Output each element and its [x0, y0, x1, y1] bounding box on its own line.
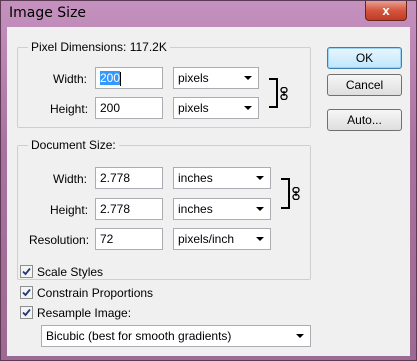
- resolution-unit: pixels/inch: [178, 232, 235, 246]
- chevron-down-icon: [296, 334, 304, 338]
- resolution-unit-select[interactable]: pixels/inch: [173, 228, 271, 250]
- scale-styles-label[interactable]: Scale Styles: [37, 265, 103, 279]
- image-size-dialog: Image Size x Pixel Dimensions: 117.2K Wi…: [0, 0, 417, 361]
- text-caret: [120, 71, 122, 86]
- doc-width-label: Width:: [53, 172, 88, 186]
- pixel-height-unit: pixels: [178, 101, 209, 115]
- checkmark-icon: [22, 288, 31, 297]
- chain-link-icon: [292, 187, 300, 200]
- doc-height-value: 2.778: [100, 202, 131, 216]
- chevron-down-icon: [244, 76, 252, 80]
- resample-method-select[interactable]: Bicubic (best for smooth gradients): [41, 325, 311, 347]
- resample-image-checkbox[interactable]: [20, 306, 33, 319]
- pixel-dimensions-title: Pixel Dimensions: 117.2K: [28, 40, 170, 54]
- chevron-down-icon: [244, 106, 252, 110]
- resample-method-value: Bicubic (best for smooth gradients): [46, 329, 232, 343]
- doc-constrain-bracket: [281, 178, 290, 209]
- checkmark-icon: [22, 267, 31, 276]
- pixel-height-input[interactable]: 200: [95, 97, 163, 119]
- doc-width-unit-select[interactable]: inches: [173, 167, 271, 189]
- pixel-dimensions-size: 117.2K: [129, 40, 167, 54]
- chain-link-icon: [280, 87, 288, 100]
- pixel-height-unit-select[interactable]: pixels: [173, 97, 259, 119]
- pixel-width-unit: pixels: [178, 71, 209, 85]
- doc-width-unit: inches: [178, 171, 213, 185]
- pixel-width-input[interactable]: 200: [95, 67, 163, 89]
- chevron-down-icon: [256, 237, 264, 241]
- pixel-width-value: 200: [100, 71, 121, 85]
- pixel-height-value: 200: [100, 101, 121, 115]
- doc-height-unit: inches: [178, 202, 213, 216]
- doc-height-label: Height:: [50, 203, 89, 217]
- doc-width-value: 2.778: [100, 171, 131, 185]
- resolution-value: 72: [100, 232, 114, 246]
- checkmark-icon: [22, 308, 31, 317]
- doc-height-input[interactable]: 2.778: [95, 198, 163, 220]
- resolution-label: Resolution:: [29, 233, 90, 247]
- dialog-body: Pixel Dimensions: 117.2K Width: 200 pixe…: [7, 27, 410, 356]
- constrain-proportions-checkbox[interactable]: [20, 286, 33, 299]
- pixel-width-unit-select[interactable]: pixels: [173, 67, 259, 89]
- cancel-button[interactable]: Cancel: [327, 74, 402, 96]
- scale-styles-checkbox[interactable]: [20, 265, 33, 278]
- chevron-down-icon: [256, 207, 264, 211]
- pixel-width-label: Width:: [53, 72, 88, 86]
- chevron-down-icon: [256, 176, 264, 180]
- pixel-constrain-bracket: [269, 78, 278, 108]
- pixel-height-label: Height:: [50, 102, 89, 116]
- dialog-title: Image Size: [9, 5, 87, 21]
- auto-button[interactable]: Auto...: [327, 109, 402, 131]
- doc-height-unit-select[interactable]: inches: [173, 198, 271, 220]
- constrain-proportions-label[interactable]: Constrain Proportions: [37, 286, 153, 300]
- document-size-title: Document Size:: [28, 138, 119, 152]
- title-bar[interactable]: Image Size x: [1, 1, 416, 27]
- ok-button[interactable]: OK: [327, 47, 402, 69]
- pixel-dimensions-label: Pixel Dimensions:: [31, 40, 127, 54]
- close-button[interactable]: x: [365, 1, 407, 21]
- doc-width-input[interactable]: 2.778: [95, 167, 163, 189]
- resolution-input[interactable]: 72: [95, 228, 163, 250]
- resample-image-label[interactable]: Resample Image:: [37, 306, 131, 320]
